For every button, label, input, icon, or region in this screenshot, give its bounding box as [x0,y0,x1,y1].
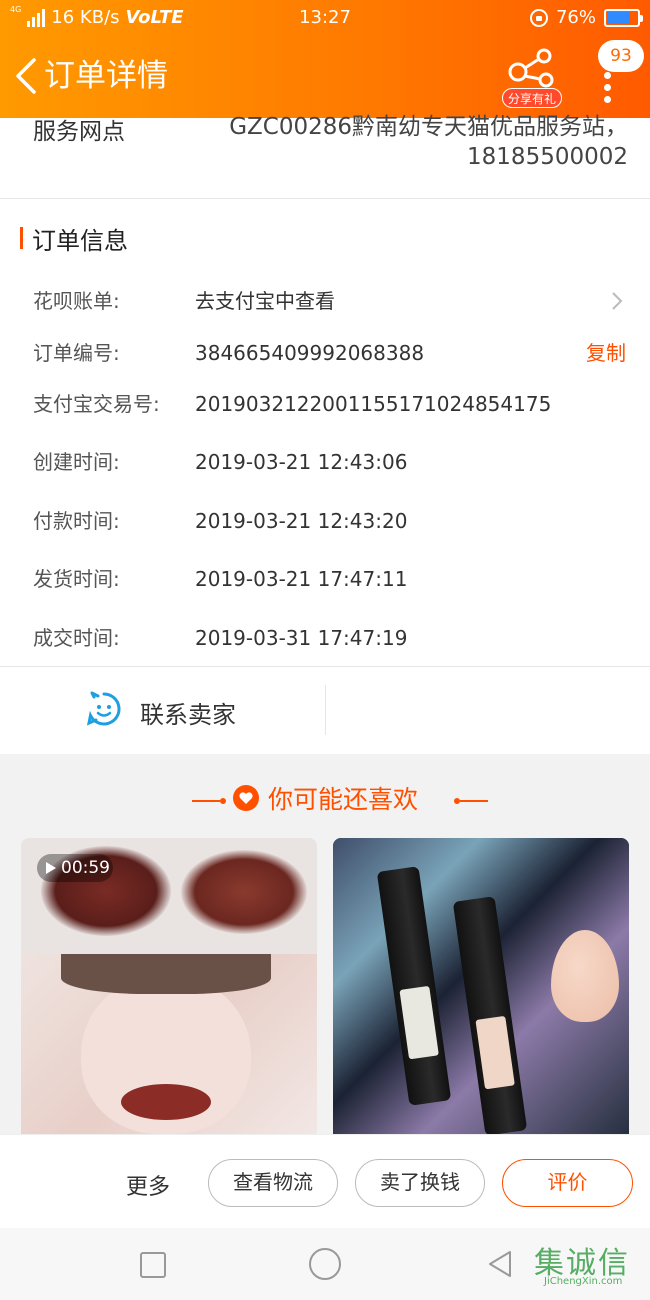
service-station-row: 服务网点 GZC00286黔南幼专天猫优品服务站， 18185500002 [0,114,650,198]
rotation-lock-icon [529,9,548,27]
service-value: GZC00286黔南幼专天猫优品服务站， 18185500002 [168,112,628,172]
hair-shape [61,954,271,994]
recommendations-header: 你可能还喜欢 [0,776,650,824]
watermark: 集诚信 JiChengXin.com [534,1238,650,1294]
copy-button[interactable]: 复制 [586,333,626,373]
contact-seller-label: 联系卖家 [140,701,236,729]
section-title: 订单信息 [20,221,128,256]
resell-button[interactable]: 卖了换钱 [355,1159,485,1207]
decor-line-right [454,798,488,804]
chevron-right-icon [612,292,623,310]
recent-apps-icon[interactable] [140,1252,166,1278]
more-actions-button[interactable]: 更多 [126,1169,170,1201]
huabei-bill-row[interactable]: 花呗账单: 去支付宝中查看 [0,281,650,321]
info-label: 成交时间: [33,626,120,650]
nav-bar: 订单详情 分享有礼 93 [0,36,650,118]
created-time-row: 创建时间: 2019-03-21 12:43:06 [0,442,650,482]
alipay-trade-row: 支付宝交易号: 2019032122001155171024854175 [0,384,650,424]
contact-seller-button[interactable]: 联系卖家 [0,667,325,753]
info-value: 2019-03-31 17:47:19 [195,626,408,650]
product-card[interactable]: 00:59 [21,838,317,1134]
contact-bar: 联系卖家 [0,667,650,753]
info-value: 2019-03-21 17:47:11 [195,567,408,591]
completed-time-row: 成交时间: 2019-03-31 17:47:19 [0,618,650,658]
more-menu-icon[interactable] [596,66,620,106]
service-value-line2: 18185500002 [467,144,628,170]
shipped-time-row: 发货时间: 2019-03-21 17:47:11 [0,559,650,599]
status-right: 76% [529,0,643,36]
info-value: 2019-03-21 12:43:20 [195,509,408,533]
home-icon[interactable] [309,1248,341,1280]
info-label: 订单编号: [33,341,120,365]
info-value: 去支付宝中查看 [195,289,335,313]
share-reward-label: 分享有礼 [502,88,562,108]
watermark-url: JiChengXin.com [544,1276,623,1287]
order-detail-screen: { "status_bar": { "network": "4G", "spee… [0,0,650,1300]
page-title: 订单详情 [44,58,168,94]
battery-icon [604,9,643,27]
order-number-value: 384665409992068388 [195,341,425,365]
video-duration-badge: 00:59 [37,854,113,882]
review-button[interactable]: 评价 [502,1159,633,1207]
service-label: 服务网点 [33,119,125,145]
back-triangle-icon[interactable] [484,1248,516,1280]
view-logistics-button[interactable]: 查看物流 [208,1159,338,1207]
recommendations-title: 你可能还喜欢 [268,785,419,814]
decor-line-left [192,798,226,804]
order-number-row: 订单编号: 384665409992068388 复制 [0,333,650,373]
product-image [21,954,317,1134]
info-value: 2019-03-21 12:43:06 [195,450,408,474]
system-nav-bar: 集诚信 JiChengXin.com [0,1228,650,1300]
order-info-section: 订单信息 花呗账单: 去支付宝中查看 订单编号: 384665409992068… [0,199,650,666]
divider [325,685,326,735]
product-card[interactable] [333,838,629,1134]
info-label: 发货时间: [33,567,120,591]
info-value: 2019032122001155171024854175 [195,392,552,416]
message-count-badge[interactable]: 93 [598,40,644,72]
info-label: 支付宝交易号: [33,392,160,416]
action-bar: 更多 查看物流 卖了换钱 评价 [0,1134,650,1228]
app-header: 4G 16 KB/s VoLTE 13:27 76% 订单详情 分享有礼 93 [0,0,650,118]
paid-time-row: 付款时间: 2019-03-21 12:43:20 [0,501,650,541]
status-bar: 4G 16 KB/s VoLTE 13:27 76% [0,0,650,36]
share-button[interactable]: 分享有礼 [498,42,568,112]
back-arrow-icon[interactable] [12,56,42,96]
heart-icon [233,785,259,811]
recommendations-section: 你可能还喜欢 00:59 [0,754,650,1134]
chat-face-icon [86,691,121,726]
product-image [181,850,307,934]
battery-percent: 76% [555,7,596,28]
lips-shape [121,1084,211,1120]
info-label: 花呗账单: [33,289,120,313]
share-icon [508,48,554,88]
service-value-line1: GZC00286黔南幼专天猫优品服务站， [229,114,628,140]
info-label: 创建时间: [33,450,120,474]
info-label: 付款时间: [33,509,120,533]
